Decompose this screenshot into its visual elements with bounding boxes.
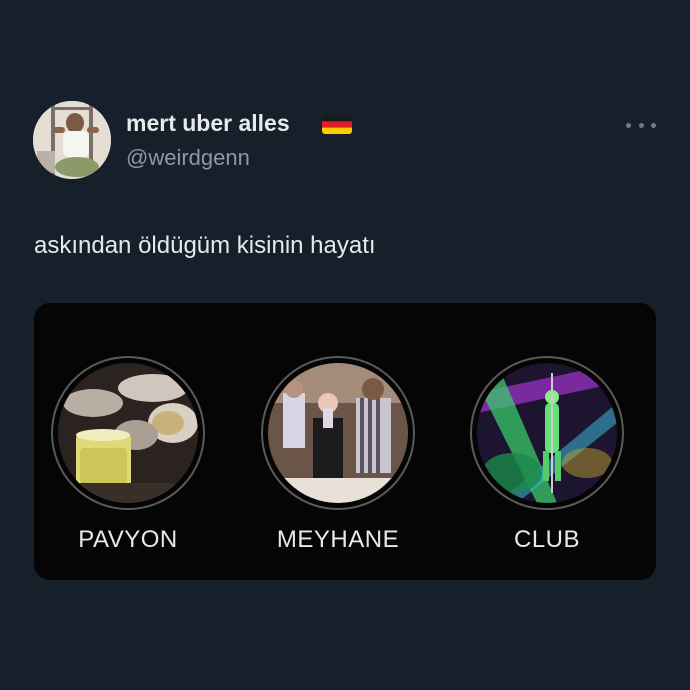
author-display-name[interactable]: mert uber alles xyxy=(126,110,290,137)
tweet-card: mert uber alles @weirdgenn askından öldü… xyxy=(0,0,690,690)
highlight-ring xyxy=(261,356,415,510)
drinks-table-thumbnail xyxy=(58,363,198,503)
story-highlight-club[interactable]: CLUB xyxy=(462,356,632,580)
avatar-image xyxy=(33,101,111,179)
highlight-ring xyxy=(51,356,205,510)
story-highlight-meyhane[interactable]: MEYHANE xyxy=(253,356,423,580)
story-highlight-pavyon[interactable]: PAVYON xyxy=(43,356,213,580)
germany-flag-icon xyxy=(322,115,352,134)
avatar[interactable] xyxy=(33,101,111,179)
highlight-label: MEYHANE xyxy=(276,526,400,553)
more-options-icon[interactable] xyxy=(626,117,656,133)
highlight-label: CLUB xyxy=(513,526,581,553)
highlight-label: PAVYON xyxy=(78,526,178,553)
tweet-text: askından öldügüm kisinin hayatı xyxy=(34,232,376,259)
club-dancer-thumbnail xyxy=(477,363,617,503)
tweet-media[interactable]: PAVYON MEYHANE CLUB xyxy=(34,303,656,580)
tavern-people-thumbnail xyxy=(268,363,408,503)
author-handle[interactable]: @weirdgenn xyxy=(126,145,250,171)
highlight-ring xyxy=(470,356,624,510)
